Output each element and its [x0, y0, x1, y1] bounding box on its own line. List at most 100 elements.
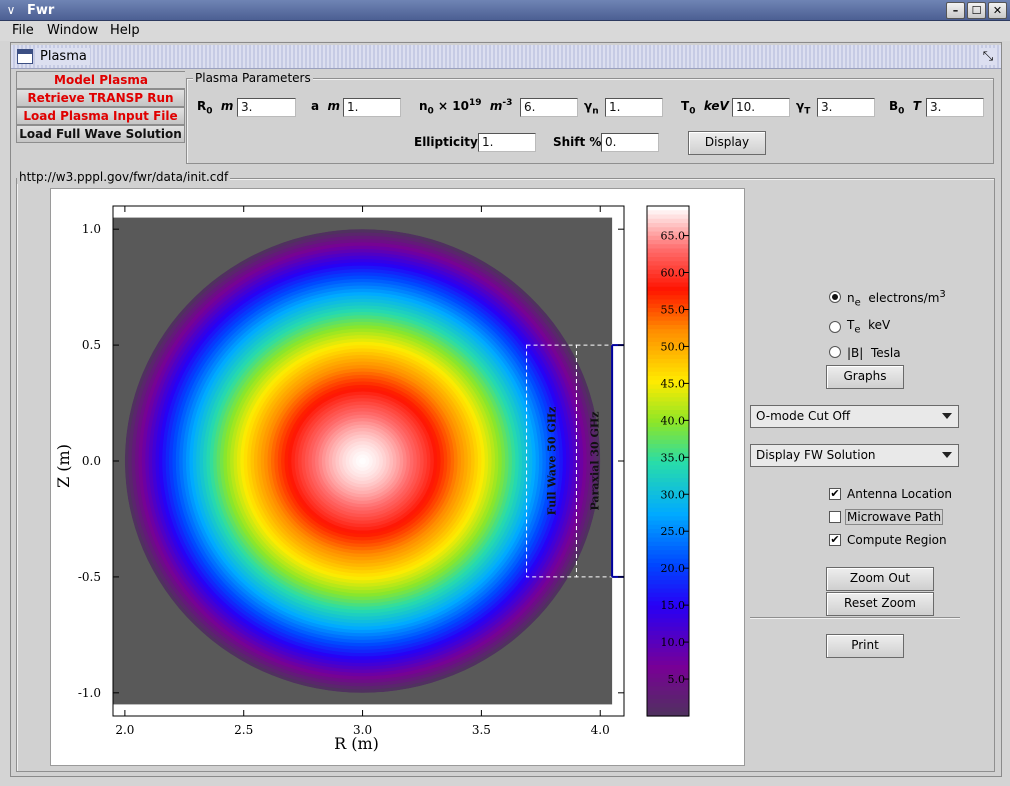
menu-file[interactable]: File: [12, 23, 34, 39]
colorbar-segment: [647, 371, 689, 377]
colorbar-tick-label: 5.0: [668, 673, 686, 686]
colorbar-segment: [647, 588, 689, 594]
colorbar-segment: [647, 507, 689, 513]
y-tick-label: -0.5: [78, 570, 101, 584]
compute-region-label: Full Wave 50 GHz: [546, 407, 559, 516]
gamma-t-label: γT: [796, 99, 811, 117]
colorbar-segment: [647, 703, 689, 709]
chevron-down-icon: [942, 413, 952, 419]
reset-zoom-button[interactable]: Reset Zoom: [826, 592, 934, 616]
colorbar-segment: [647, 656, 689, 662]
colorbar-segment: [647, 686, 689, 692]
colorbar-tick-label: 25.0: [661, 525, 686, 538]
gamma-n-field[interactable]: 1.: [605, 98, 663, 117]
colorbar-segment: [647, 427, 689, 432]
menu-window[interactable]: Window: [47, 23, 98, 39]
y-axis-label: Z (m): [54, 444, 73, 488]
compute-region-label: Paraxial 30 GHz: [588, 411, 601, 510]
colorbar-segment: [647, 550, 689, 556]
menu-help[interactable]: Help: [110, 23, 140, 39]
colorbar-segment: [647, 363, 689, 369]
ellipticity-field[interactable]: 1.: [478, 133, 536, 152]
colorbar-segment: [647, 214, 689, 220]
b0-label: B0 T: [889, 99, 921, 117]
colorbar-segment: [647, 622, 689, 628]
density-contour: [359, 457, 366, 465]
plot-panel[interactable]: Full Wave 50 GHz Paraxial 30 GHz 2.0 2.5 3.0…: [50, 188, 745, 766]
colorbar-segment: [647, 694, 689, 700]
display-button[interactable]: Display: [688, 131, 766, 155]
a-field[interactable]: 1.: [343, 98, 401, 117]
colorbar-segment: [647, 218, 689, 224]
minimize-button[interactable]: –: [946, 2, 965, 19]
colorbar-segment: [647, 626, 689, 632]
colorbar-segment: [647, 257, 689, 262]
radio-magnetic-field[interactable]: [829, 346, 841, 358]
heatmap: [124, 229, 601, 693]
b0-field[interactable]: 3.: [926, 98, 984, 117]
close-button[interactable]: ✕: [988, 2, 1007, 19]
restore-icon[interactable]: ⤡: [979, 48, 997, 65]
cutoff-dropdown-value: O-mode Cut Off: [756, 409, 851, 423]
colorbar-tick-label: 10.0: [661, 636, 686, 649]
colorbar-segment: [647, 210, 689, 216]
plasma-density-map: [124, 229, 601, 693]
n0-field[interactable]: 6.: [520, 98, 578, 117]
shift-label: Shift %: [553, 135, 602, 149]
colorbar-segment: [647, 584, 689, 590]
colorbar-tick-label: 35.0: [661, 451, 686, 464]
colorbar-segment: [647, 286, 689, 292]
colorbar-segment: [647, 261, 689, 267]
fw-solution-dropdown[interactable]: Display FW Solution: [750, 444, 959, 467]
colorbar-segment: [647, 482, 689, 488]
colorbar-segment: [647, 699, 689, 704]
colorbar-segment: [647, 291, 689, 296]
plasma-density-plot[interactable]: Full Wave 50 GHz Paraxial 30 GHz2.0 2.5 3.0…: [51, 189, 746, 767]
system-menu-icon[interactable]: ∨: [2, 2, 20, 19]
colorbar-segment: [647, 478, 689, 483]
microwave-path-checkbox[interactable]: [829, 511, 841, 523]
maximize-button[interactable]: ☐: [967, 2, 986, 19]
shift-field[interactable]: 0.: [601, 133, 659, 152]
colorbar-segment: [647, 707, 689, 713]
antenna-location-checkbox[interactable]: ✔: [829, 488, 841, 500]
tab-model-plasma[interactable]: Model Plasma: [16, 71, 185, 89]
colorbar-segment: [647, 444, 689, 449]
tab-load-full-wave-solution[interactable]: Load Full Wave Solution: [16, 125, 185, 143]
colorbar-segment: [647, 537, 689, 543]
zoom-out-button[interactable]: Zoom Out: [826, 567, 934, 591]
colorbar-segment: [647, 401, 689, 407]
x-tick-label: 2.0: [115, 723, 134, 737]
file-path-label: http://w3.pppl.gov/fwr/data/init.cdf: [17, 170, 231, 184]
t0-label: T0 keV: [681, 99, 729, 117]
radio-density[interactable]: [829, 291, 841, 303]
colorbar-segment: [647, 580, 689, 585]
internal-frame-title-bar[interactable]: Plasma ⤡: [11, 45, 1001, 69]
r0-field[interactable]: 3.: [237, 98, 296, 117]
graphs-button[interactable]: Graphs: [826, 365, 904, 389]
colorbar-tick-label: 50.0: [661, 340, 686, 353]
cutoff-dropdown[interactable]: O-mode Cut Off: [750, 405, 959, 428]
colorbar-segment: [647, 541, 689, 547]
colorbar-segment: [647, 512, 689, 517]
radio-temperature[interactable]: [829, 321, 841, 333]
x-axis-label: R (m): [334, 734, 379, 753]
colorbar-segment: [647, 665, 689, 670]
window-title-bar[interactable]: ∨ Fwr – ☐ ✕: [0, 0, 1010, 21]
menu-bar: File Window Help: [0, 21, 1010, 41]
colorbar-segment: [647, 554, 689, 560]
colorbar-segment: [647, 354, 689, 360]
t0-field[interactable]: 10.: [732, 98, 790, 117]
colorbar-segment: [647, 223, 689, 228]
y-tick-label: 0.5: [82, 338, 101, 352]
print-button[interactable]: Print: [826, 634, 904, 658]
gamma-t-field[interactable]: 3.: [817, 98, 875, 117]
colorbar-segment: [647, 397, 689, 403]
compute-region-checkbox[interactable]: ✔: [829, 534, 841, 546]
colorbar-segment: [647, 435, 689, 441]
tab-load-plasma-input-file[interactable]: Load Plasma Input File: [16, 107, 185, 125]
tab-retrieve-transp-run[interactable]: Retrieve TRANSP Run: [16, 89, 185, 107]
y-tick-label: -1.0: [78, 686, 101, 700]
colorbar-segment: [647, 244, 689, 250]
compute-region-label: Compute Region: [847, 533, 947, 547]
